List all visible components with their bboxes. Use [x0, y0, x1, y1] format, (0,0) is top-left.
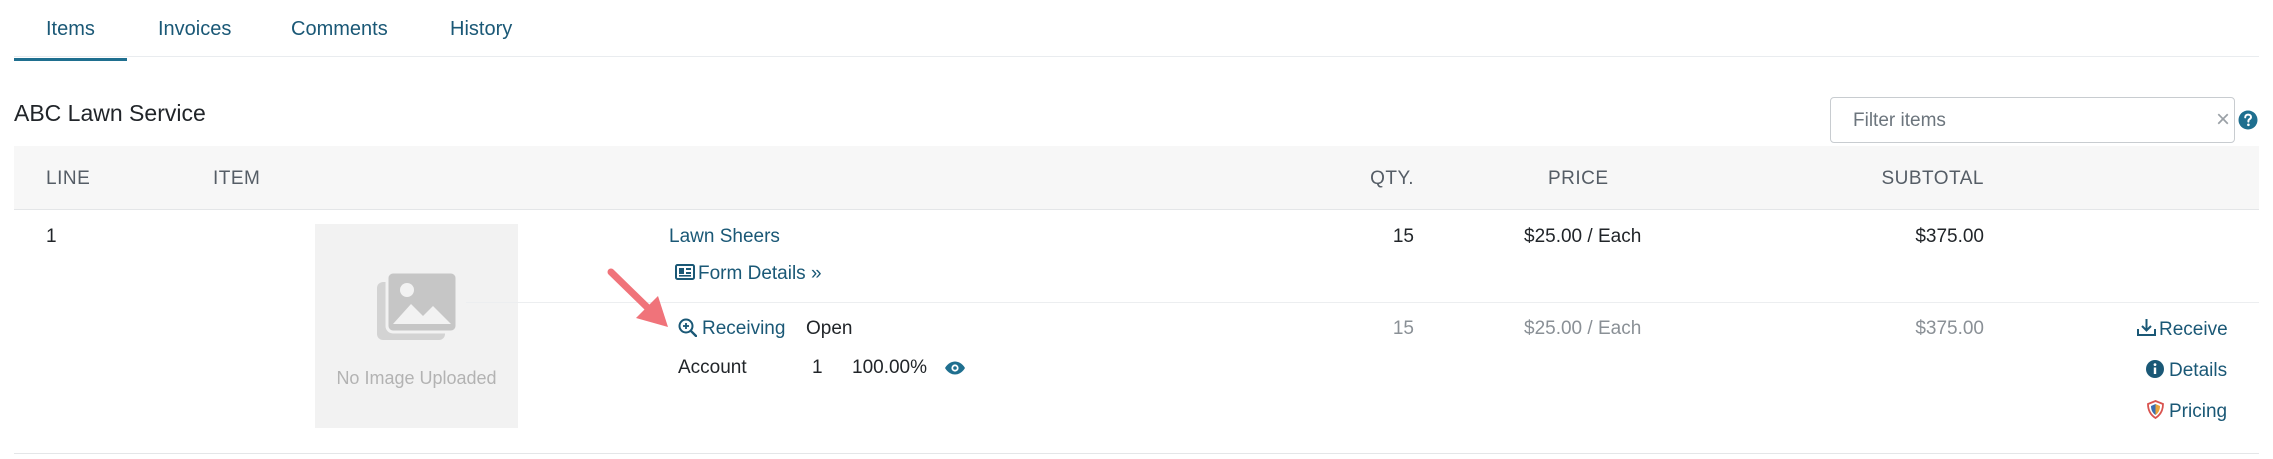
shield-icon: [2147, 400, 2164, 420]
receiving-subtotal: $375.00: [1915, 318, 1984, 339]
account-percent: 100.00%: [852, 357, 928, 378]
tab-bar: Items Invoices Comments History: [14, 0, 2259, 61]
table-header: LINE ITEM QTY. PRICE SUBTOTAL: [14, 146, 2259, 210]
item-subtotal: $375.00: [1915, 226, 1984, 247]
id-card-icon: [675, 264, 695, 281]
item-qty: 15: [1392, 226, 1414, 247]
receiving-label: Receiving: [702, 318, 786, 339]
receiving-status: Open: [806, 318, 853, 339]
receiving-qty: 15: [1392, 318, 1414, 339]
form-details-link[interactable]: Form Details »: [675, 263, 822, 285]
receive-button[interactable]: Receive: [2136, 319, 2228, 341]
account-number: 1: [812, 357, 823, 378]
table-row: 1 No Image Uploaded Lawn Sheers Form Det…: [14, 210, 2259, 454]
tab-items[interactable]: Items: [14, 18, 127, 61]
tab-invoices[interactable]: Invoices: [158, 18, 231, 41]
details-label: Details: [2169, 360, 2228, 381]
receive-label: Receive: [2159, 319, 2228, 340]
form-details-label: Form Details »: [698, 263, 822, 284]
download-tray-icon: [2137, 319, 2156, 337]
account-label: Account: [678, 357, 747, 378]
vendor-title: ABC Lawn Service: [14, 100, 206, 126]
no-image-text: No Image Uploaded: [336, 368, 497, 388]
sub-row-divider: [466, 302, 2259, 303]
header-item: ITEM: [213, 168, 261, 189]
tab-history[interactable]: History: [450, 18, 512, 41]
line-number: 1: [46, 226, 57, 247]
info-icon: [2146, 359, 2164, 378]
item-image-placeholder: No Image Uploaded: [315, 224, 518, 428]
header-line: LINE: [46, 168, 91, 189]
header-price: PRICE: [1548, 168, 1609, 189]
zoom-in-icon: [678, 318, 697, 337]
pricing-label: Pricing: [2169, 401, 2228, 422]
item-name-link[interactable]: Lawn Sheers: [669, 226, 780, 248]
pricing-button[interactable]: Pricing: [2147, 400, 2228, 423]
eye-icon[interactable]: [944, 361, 966, 375]
header-qty: QTY.: [1370, 168, 1414, 189]
details-button[interactable]: Details: [2146, 359, 2228, 382]
item-price: $25.00 / Each: [1524, 226, 1642, 247]
header-subtotal: SUBTOTAL: [1881, 168, 1984, 189]
filter-items-input[interactable]: [1851, 108, 2195, 134]
filter-items-box: ×: [1830, 97, 2235, 143]
receiving-link[interactable]: Receiving: [678, 318, 785, 340]
tab-comments[interactable]: Comments: [291, 18, 388, 41]
annotation-arrow: [607, 268, 668, 327]
clear-filter-icon[interactable]: ×: [2216, 106, 2230, 134]
help-icon[interactable]: [2238, 110, 2258, 130]
receiving-price: $25.00 / Each: [1524, 318, 1642, 339]
image-placeholder-icon: [377, 270, 459, 340]
